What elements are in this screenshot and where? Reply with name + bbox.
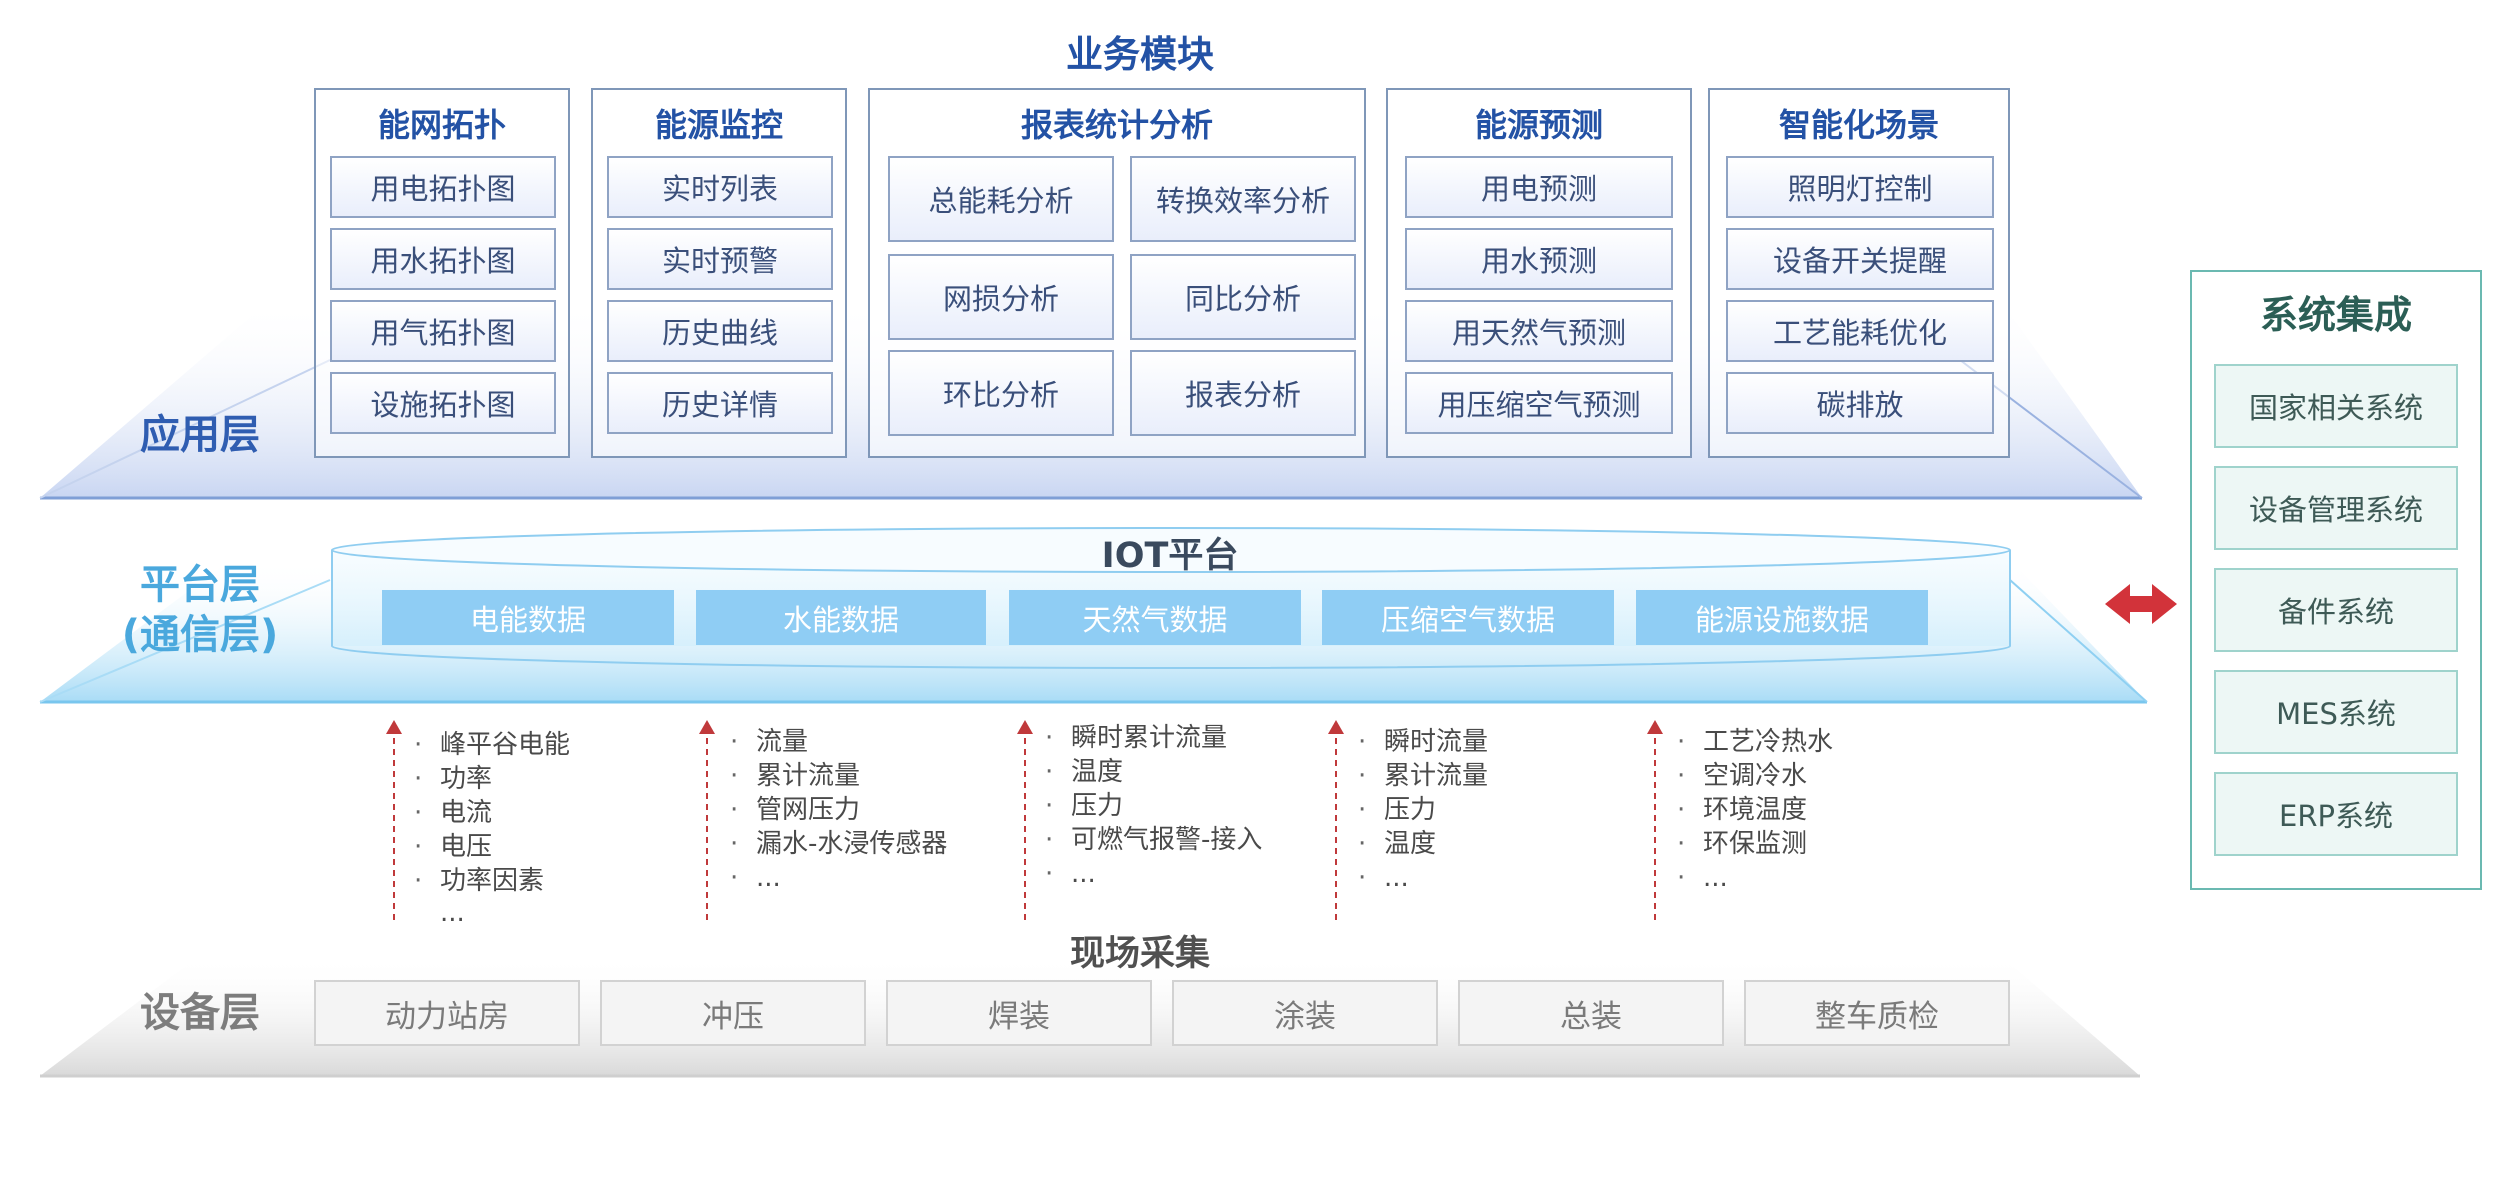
device-box[interactable]: 焊装 — [886, 980, 1152, 1046]
module-item[interactable]: 工艺能耗优化 — [1726, 300, 1994, 362]
module-energy-forecast: 能源预测 用电预测 用水预测 用天然气预测 用压缩空气预测 — [1386, 88, 1692, 458]
collection-list: 流量 累计流量 管网压力 漏水-水浸传感器 ... — [730, 725, 947, 895]
module-item[interactable]: 设施拓扑图 — [330, 372, 556, 434]
module-title: 能源监控 — [654, 106, 783, 144]
system-item[interactable]: 国家相关系统 — [2214, 364, 2458, 448]
system-integration-panel: 系统集成 国家相关系统 设备管理系统 备件系统 MES系统 ERP系统 — [2190, 270, 2482, 890]
collection-item: 温度 — [1358, 827, 1488, 861]
collection-item: 压力 — [1358, 793, 1488, 827]
module-item[interactable]: 报表分析 — [1130, 350, 1356, 436]
collection-more: ... — [440, 898, 465, 928]
collection-item: 累计流量 — [730, 759, 947, 793]
collection-item: ... — [1045, 857, 1262, 891]
device-box[interactable]: 整车质检 — [1744, 980, 2010, 1046]
collection-item: 瞬时累计流量 — [1045, 721, 1262, 755]
device-box[interactable]: 动力站房 — [314, 980, 580, 1046]
module-item[interactable]: 环比分析 — [888, 350, 1114, 436]
platform-data-chip[interactable]: 压缩空气数据 — [1322, 590, 1614, 645]
collection-item: ... — [1358, 861, 1488, 895]
module-item[interactable]: 网损分析 — [888, 254, 1114, 340]
module-item[interactable]: 实时列表 — [607, 156, 833, 218]
device-layer-label: 设备层 — [140, 990, 260, 1036]
platform-layer-label-line2: (通信层) — [121, 612, 279, 658]
module-item[interactable]: 用电预测 — [1405, 156, 1673, 218]
upward-dashed-arrow-icon — [1647, 720, 1663, 920]
collection-list: 峰平谷电能 功率 电流 电压 功率因素 — [414, 728, 570, 898]
collection-item: 功率 — [414, 762, 570, 796]
upward-dashed-arrow-icon — [386, 720, 402, 920]
system-item[interactable]: ERP系统 — [2214, 772, 2458, 856]
device-box[interactable]: 冲压 — [600, 980, 866, 1046]
module-item[interactable]: 照明灯控制 — [1726, 156, 1994, 218]
iot-platform-title: IOT平台 — [1101, 536, 1239, 576]
collection-item: 功率因素 — [414, 864, 570, 898]
collection-list: 瞬时流量 累计流量 压力 温度 ... — [1358, 725, 1488, 895]
module-item[interactable]: 用压缩空气预测 — [1405, 372, 1673, 434]
collection-item: 流量 — [730, 725, 947, 759]
system-integration-title: 系统集成 — [2259, 293, 2412, 337]
module-item[interactable]: 设备开关提醒 — [1726, 228, 1994, 290]
collection-list: 瞬时累计流量 温度 压力 可燃气报警-接入 ... — [1045, 721, 1262, 891]
module-item[interactable]: 总能耗分析 — [888, 156, 1114, 242]
module-item[interactable]: 历史详情 — [607, 372, 833, 434]
business-modules-title: 业务模块 — [1066, 33, 1214, 76]
upward-dashed-arrow-icon — [1017, 720, 1033, 920]
module-item[interactable]: 用天然气预测 — [1405, 300, 1673, 362]
module-title: 智能化场景 — [1778, 106, 1939, 144]
collection-item: 工艺冷热水 — [1677, 725, 1833, 759]
module-item[interactable]: 历史曲线 — [607, 300, 833, 362]
module-item[interactable]: 转换效率分析 — [1130, 156, 1356, 242]
collection-item: 峰平谷电能 — [414, 728, 570, 762]
collection-item: ... — [1677, 861, 1833, 895]
bidirectional-arrow-icon — [2105, 584, 2177, 624]
platform-data-chip[interactable]: 电能数据 — [382, 590, 674, 645]
module-title: 能源预测 — [1474, 106, 1603, 144]
platform-data-chip[interactable]: 天然气数据 — [1009, 590, 1301, 645]
platform-layer-label: 平台层 (通信层) — [100, 560, 300, 660]
module-item[interactable]: 用水预测 — [1405, 228, 1673, 290]
module-item[interactable]: 碳排放 — [1726, 372, 1994, 434]
upward-dashed-arrow-icon — [1328, 720, 1344, 920]
collection-item: 空调冷水 — [1677, 759, 1833, 793]
collection-item: 电压 — [414, 830, 570, 864]
collection-item: 环境温度 — [1677, 793, 1833, 827]
module-energy-topology: 能网拓扑 用电拓扑图 用水拓扑图 用气拓扑图 设施拓扑图 — [314, 88, 570, 458]
module-energy-monitoring: 能源监控 实时列表 实时预警 历史曲线 历史详情 — [591, 88, 847, 458]
upward-dashed-arrow-icon — [699, 720, 715, 920]
collection-item: 瞬时流量 — [1358, 725, 1488, 759]
application-layer-label: 应用层 — [140, 412, 260, 458]
collection-item: 累计流量 — [1358, 759, 1488, 793]
collection-item: 管网压力 — [730, 793, 947, 827]
module-item[interactable]: 同比分析 — [1130, 254, 1356, 340]
module-title: 报表统计分析 — [1020, 106, 1213, 144]
platform-layer-label-line1: 平台层 — [140, 562, 260, 608]
system-item[interactable]: 备件系统 — [2214, 568, 2458, 652]
field-collection-title: 现场采集 — [1069, 934, 1210, 974]
module-item[interactable]: 用电拓扑图 — [330, 156, 556, 218]
collection-list: 工艺冷热水 空调冷水 环境温度 环保监测 ... — [1677, 725, 1833, 895]
collection-item: 漏水-水浸传感器 — [730, 827, 947, 861]
module-title: 能网拓扑 — [377, 106, 506, 144]
device-box[interactable]: 总装 — [1458, 980, 1724, 1046]
module-item[interactable]: 实时预警 — [607, 228, 833, 290]
collection-item: 环保监测 — [1677, 827, 1833, 861]
collection-item: 电流 — [414, 796, 570, 830]
collection-item: 可燃气报警-接入 — [1045, 823, 1262, 857]
module-smart-scenarios: 智能化场景 照明灯控制 设备开关提醒 工艺能耗优化 碳排放 — [1708, 88, 2010, 458]
device-box[interactable]: 涂装 — [1172, 980, 1438, 1046]
system-item[interactable]: MES系统 — [2214, 670, 2458, 754]
module-report-analysis: 报表统计分析 总能耗分析 转换效率分析 网损分析 同比分析 环比分析 报表分析 — [868, 88, 1366, 458]
platform-data-chip[interactable]: 能源设施数据 — [1636, 590, 1928, 645]
collection-item: ... — [730, 861, 947, 895]
module-item[interactable]: 用水拓扑图 — [330, 228, 556, 290]
module-item[interactable]: 用气拓扑图 — [330, 300, 556, 362]
collection-item: 温度 — [1045, 755, 1262, 789]
collection-item: 压力 — [1045, 789, 1262, 823]
system-item[interactable]: 设备管理系统 — [2214, 466, 2458, 550]
platform-data-chip[interactable]: 水能数据 — [696, 590, 986, 645]
